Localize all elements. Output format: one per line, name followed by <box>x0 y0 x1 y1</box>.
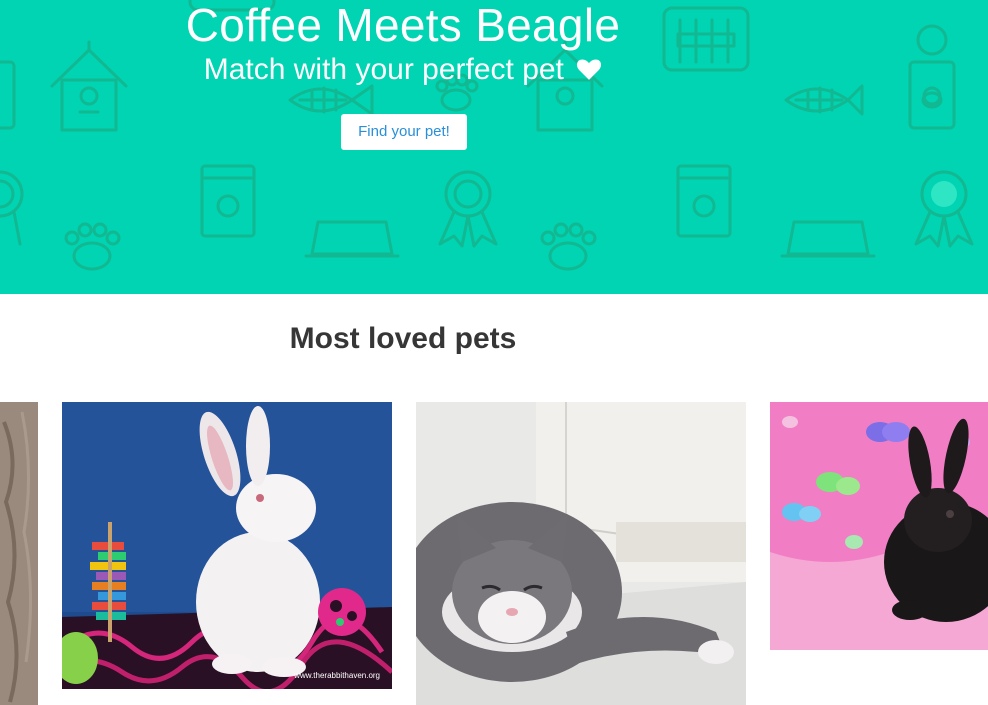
paw-print-icon <box>540 222 597 271</box>
find-your-pet-button[interactable]: Find your pet! <box>341 114 467 150</box>
award-ribbon-icon <box>438 170 498 248</box>
site-title: Coffee Meets Beagle <box>185 0 621 51</box>
pet-photo <box>770 402 988 650</box>
section-title: Most loved pets <box>289 322 517 355</box>
award-ribbon-icon <box>0 170 24 246</box>
pet-card-black-rabbit[interactable] <box>770 402 988 650</box>
hero-banner: Coffee Meets Beagle Match with your perf… <box>0 0 988 294</box>
fish-bone-icon <box>288 84 374 116</box>
pet-card-partial[interactable] <box>0 402 38 705</box>
food-bowl-icon <box>304 220 400 258</box>
pet-food-can-icon <box>908 24 956 130</box>
pet-card-white-rabbit[interactable]: www.therabbithaven.org <box>62 402 392 689</box>
award-ribbon-icon <box>914 170 974 248</box>
site-tagline: Match with your perfect pet <box>0 53 806 87</box>
pet-food-can-icon <box>200 164 256 238</box>
fish-bone-icon <box>784 84 864 116</box>
paw-print-icon <box>64 222 121 271</box>
pet-card-gray-cat[interactable] <box>416 402 746 705</box>
pet-photo <box>0 402 38 705</box>
pet-food-can-icon <box>676 164 732 238</box>
food-bowl-icon <box>780 220 876 258</box>
pet-photo <box>62 402 392 689</box>
pet-photo <box>416 402 746 705</box>
heart-icon <box>577 59 602 80</box>
tagline-text: Match with your perfect pet <box>203 53 564 86</box>
photo-watermark: www.therabbithaven.org <box>294 671 380 680</box>
